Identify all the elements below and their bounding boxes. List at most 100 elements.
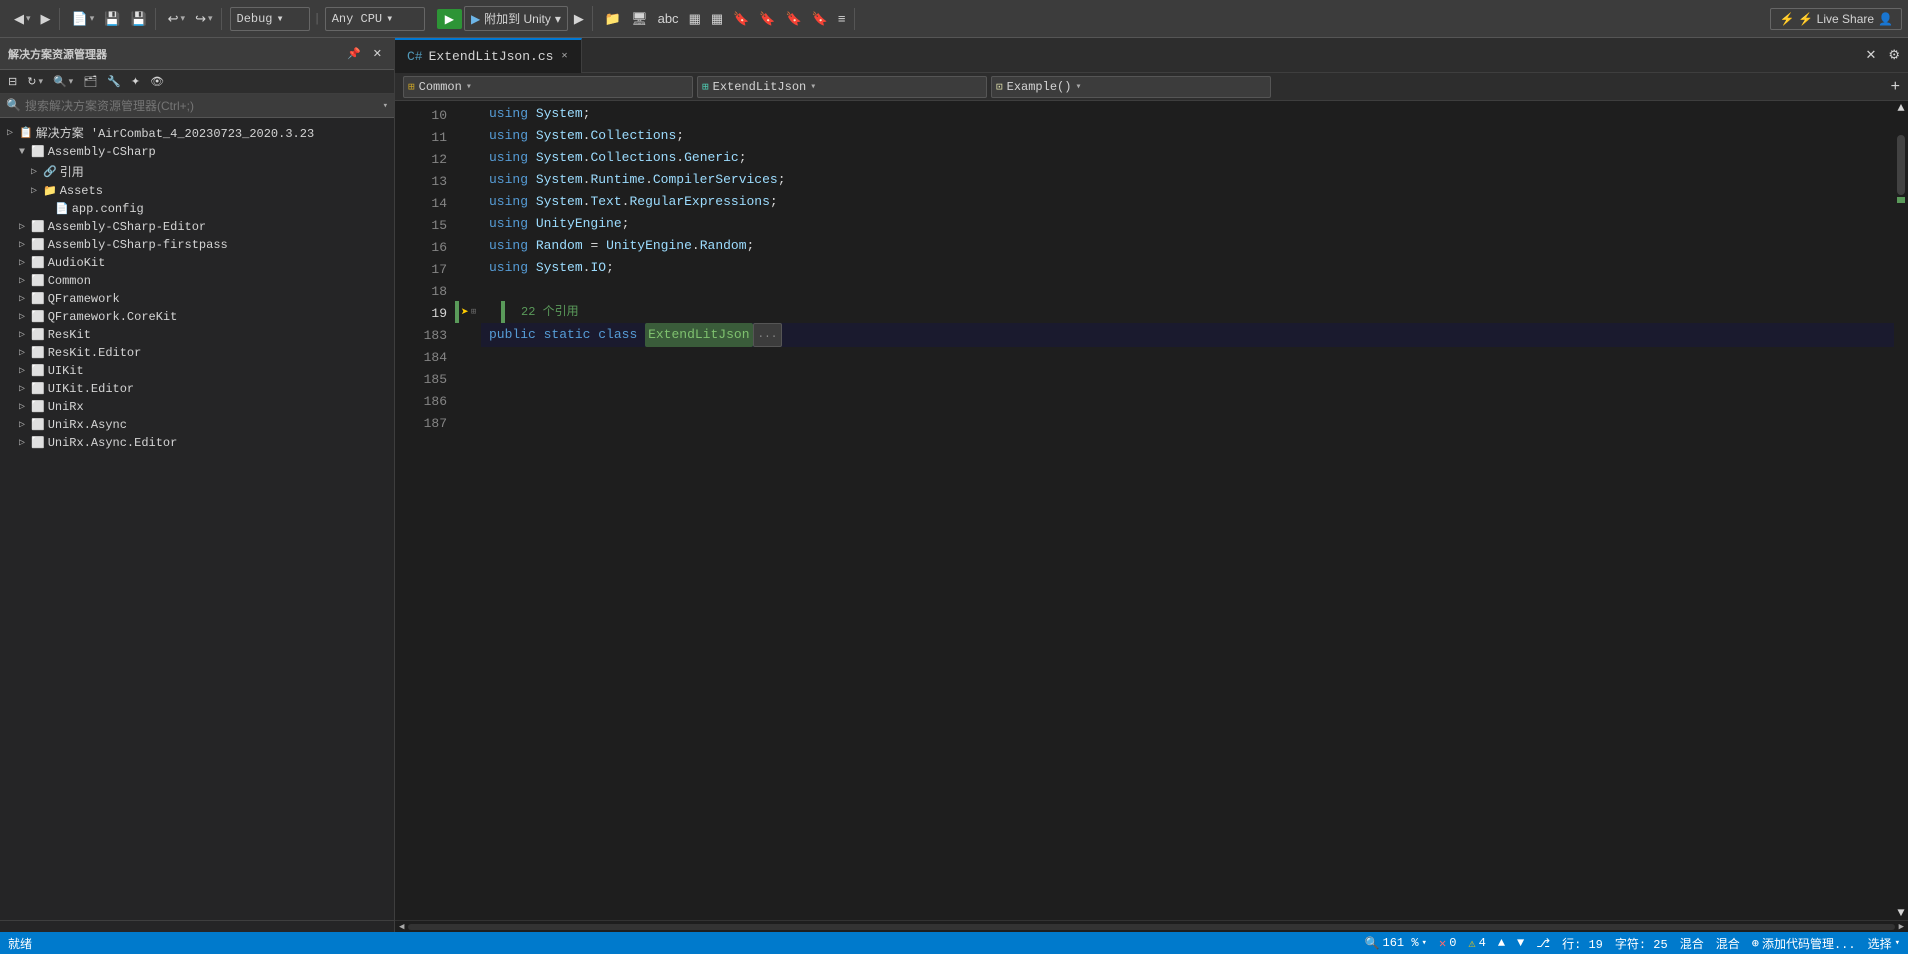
add-code-manager[interactable]: ⊕ 添加代码管理... (1752, 935, 1856, 952)
properties-pane-button[interactable]: 🔧 (103, 72, 125, 91)
unirx-item[interactable]: ▷ ⬜ UniRx (0, 398, 394, 416)
run-button[interactable]: ▶ (437, 9, 462, 29)
common-item[interactable]: ▷ ⬜ Common (0, 272, 394, 290)
scroll-thumb[interactable] (1897, 135, 1905, 195)
code-line-10: using System; (481, 103, 1894, 125)
code-editor[interactable]: using System; using System.Collections; … (481, 101, 1894, 920)
unirx-async-caret: ▷ (16, 419, 28, 431)
namespace-dropdown[interactable]: ⊞ Common ▾ (403, 76, 693, 98)
sidebar-search-bar[interactable]: 🔍 ▾ (0, 94, 394, 118)
line-ending-info[interactable]: 混合 (1716, 935, 1740, 952)
bookmark5-button[interactable]: ≡ (834, 8, 850, 29)
cpu-dropdown[interactable]: Any CPU ▾ (325, 7, 425, 31)
sidebar-search-input[interactable] (25, 99, 379, 113)
unirx-async-label: UniRx.Async (48, 418, 127, 432)
scroll-up-button[interactable]: ▲ (1894, 101, 1908, 115)
bookmark2-button[interactable]: 🔖 (755, 8, 779, 30)
error-indicator[interactable]: ✕ 0 (1439, 936, 1456, 951)
kw-class: class (598, 324, 637, 346)
add-document-button[interactable]: + (1891, 78, 1900, 96)
uikit-icon: ⬜ (31, 364, 45, 378)
uikit-editor-item[interactable]: ▷ ⬜ UIKit.Editor (0, 380, 394, 398)
save-button[interactable]: 💾 (100, 8, 124, 30)
refresh-button[interactable]: ↻▾ (23, 72, 47, 91)
select-info[interactable]: 选择 ▾ (1868, 935, 1900, 952)
references-item[interactable]: ▷ 🔗 引用 (0, 161, 394, 182)
attach-unity-button[interactable]: ▶ 附加到 Unity ▾ (464, 6, 568, 31)
reskit-item[interactable]: ▷ ⬜ ResKit (0, 326, 394, 344)
common-icon: ⬜ (31, 274, 45, 288)
sidebar-pin-button[interactable]: 📌 (343, 44, 365, 63)
layout-button[interactable]: ▦ (685, 8, 705, 30)
filter-button[interactable]: 🔍▾ (49, 72, 77, 91)
horizontal-scrollbar[interactable]: ◀ ▶ (395, 920, 1908, 932)
save-all-button[interactable]: 💾 (126, 8, 150, 30)
assembly-csharp-editor-item[interactable]: ▷ ⬜ Assembly-CSharp-Editor (0, 218, 394, 236)
status-bar: 就绪 🔍 161 % ▾ ✕ 0 ⚠ 4 ▲ ▼ ⎇ 行: 19 字符: 25 … (0, 932, 1908, 954)
warning-indicator[interactable]: ⚠ 4 (1468, 936, 1485, 951)
git-branch[interactable]: ⎇ (1536, 936, 1550, 951)
find-button[interactable]: abc (654, 8, 683, 29)
gutter-line-184: 184 (395, 347, 447, 369)
unirx-async-editor-item[interactable]: ▷ ⬜ UniRx.Async.Editor (0, 434, 394, 452)
line-info[interactable]: 行: 19 (1562, 935, 1603, 952)
close-editor-button[interactable]: ✕ (1861, 44, 1880, 66)
sidebar-close-button[interactable]: ✕ (369, 44, 386, 63)
layout2-button[interactable]: ▦ (707, 8, 727, 30)
assets-item[interactable]: ▷ 📁 Assets (0, 182, 394, 200)
uikit-item[interactable]: ▷ ⬜ UIKit (0, 362, 394, 380)
sidebar-horizontal-scrollbar[interactable] (0, 920, 394, 932)
gutter-line-18: 18 (395, 281, 447, 303)
zoom-level[interactable]: 🔍 161 % ▾ (1365, 936, 1427, 951)
gutter-line-183: 183 (395, 325, 447, 347)
method-dropdown[interactable]: ⊡ Example() ▾ (991, 76, 1271, 98)
git-button[interactable]: ✦ (127, 72, 144, 91)
encoding-info[interactable]: 混合 (1680, 935, 1704, 952)
assembly-csharp-item[interactable]: ▼ ⬜ Assembly-CSharp (0, 143, 394, 161)
editor-settings-button[interactable]: ⚙ (1884, 44, 1904, 66)
nav-up-button[interactable]: ▲ (1498, 936, 1505, 950)
redo-button[interactable]: ↪▾ (191, 8, 216, 30)
unirx-async-editor-caret: ▷ (16, 437, 28, 449)
solution-root-item[interactable]: ▷ 📋 解决方案 'AirCombat_4_20230723_2020.3.23 (0, 122, 394, 143)
debug-config-dropdown[interactable]: Debug ▾ (230, 7, 310, 31)
solution-explorer-button[interactable]: 📁 (601, 8, 625, 30)
assembly-csharp-firstpass-item[interactable]: ▷ ⬜ Assembly-CSharp-firstpass (0, 236, 394, 254)
class-dropdown[interactable]: ⊞ ExtendLitJson ▾ (697, 76, 987, 98)
bookmark-button[interactable]: 🔖 (729, 8, 753, 30)
unirx-async-item[interactable]: ▷ ⬜ UniRx.Async (0, 416, 394, 434)
kw-public: public (489, 324, 536, 346)
nav-down-button[interactable]: ▼ (1517, 936, 1524, 950)
show-all-button[interactable]: 🗂 (79, 72, 101, 91)
audiokit-item[interactable]: ▷ ⬜ AudioKit (0, 254, 394, 272)
run2-button[interactable]: ▶ (570, 8, 588, 30)
tab-close-button[interactable]: ✕ (559, 49, 569, 63)
code-line-15: using UnityEngine; (481, 213, 1894, 235)
bookmark3-button[interactable]: 🔖 (782, 8, 806, 30)
hscroll-track[interactable] (408, 924, 1894, 930)
properties-button[interactable]: 🖥 (627, 8, 652, 30)
preview-button[interactable]: 👁 (146, 72, 168, 91)
collapse-all-button[interactable]: ⊟ (4, 72, 21, 91)
ns-12: System (536, 147, 583, 169)
tab-extendlitjson[interactable]: C# ExtendLitJson.cs ✕ (395, 38, 582, 73)
reskit-editor-item[interactable]: ▷ ⬜ ResKit.Editor (0, 344, 394, 362)
app-config-label: app.config (72, 202, 144, 216)
indicator-17 (455, 257, 481, 279)
bookmark4-button[interactable]: 🔖 (808, 8, 832, 30)
app-config-item[interactable]: ▷ 📄 app.config (0, 200, 394, 218)
hscroll-left-button[interactable]: ◀ (399, 922, 404, 932)
ns-13: System (536, 169, 583, 191)
char-info[interactable]: 字符: 25 (1615, 935, 1668, 952)
undo-button[interactable]: ↩▾ (164, 8, 189, 30)
qframework-corekit-item[interactable]: ▷ ⬜ QFramework.CoreKit (0, 308, 394, 326)
back-button[interactable]: ◀▾ (10, 8, 35, 30)
scroll-down-button[interactable]: ▼ (1894, 906, 1908, 920)
vertical-scrollbar[interactable]: ▲ ▼ (1894, 101, 1908, 920)
new-file-button[interactable]: 📄▾ (68, 8, 99, 30)
qframework-item[interactable]: ▷ ⬜ QFramework (0, 290, 394, 308)
forward-button[interactable]: ▶ (37, 8, 55, 30)
live-share-button[interactable]: ⚡ ⚡ Live Share 👤 (1770, 8, 1902, 30)
hscroll-right-button[interactable]: ▶ (1899, 922, 1904, 932)
search-dropdown-icon[interactable]: ▾ (383, 101, 388, 111)
